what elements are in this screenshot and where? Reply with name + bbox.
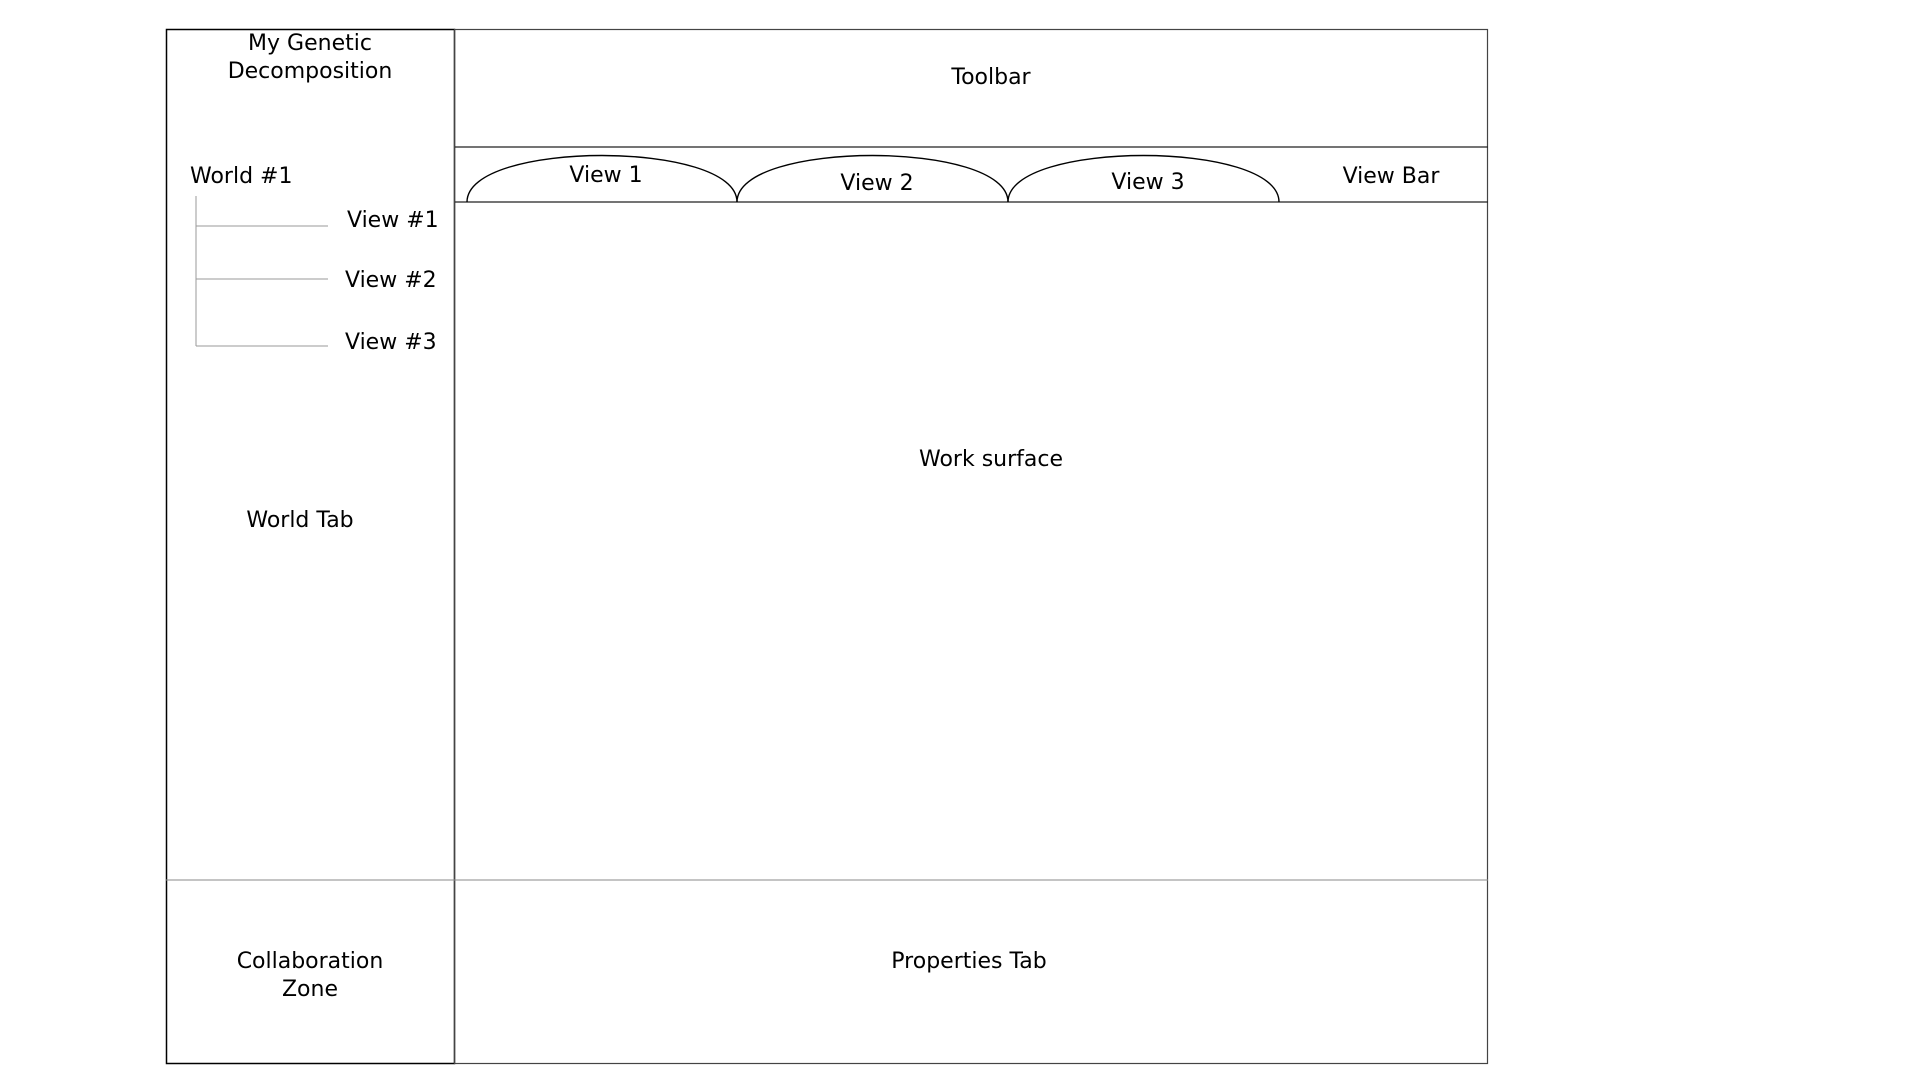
collaboration-zone: Collaboration Zone — [200, 948, 420, 1004]
view-tab-1-label[interactable]: View 1 — [569, 162, 642, 190]
work-surface-label: Work surface — [918, 447, 1064, 472]
toolbar-label: Toolbar — [951, 65, 1031, 90]
sidebar-title-line2: Decomposition — [227, 59, 393, 84]
tree-item-view-2[interactable]: View #2 — [345, 267, 437, 295]
collab-line1: Collaboration — [236, 949, 384, 974]
view-tab-3-label[interactable]: View 3 — [1111, 169, 1184, 197]
properties-tab-label[interactable]: Properties Tab — [891, 948, 1046, 976]
tree-item-view-3[interactable]: View #3 — [345, 329, 437, 357]
world-tab-label[interactable]: World Tab — [246, 507, 353, 535]
collab-line2: Zone — [281, 977, 338, 1002]
sidebar-title: My Genetic Decomposition — [200, 30, 420, 86]
view-tab-2-label[interactable]: View 2 — [840, 170, 913, 198]
tree-item-view-1[interactable]: View #1 — [347, 207, 439, 235]
sidebar-title-line1: My Genetic — [248, 31, 372, 56]
view-bar-label: View Bar — [1342, 164, 1440, 189]
tree-item-world[interactable]: World #1 — [190, 163, 292, 191]
wireframe-layout — [165, 28, 1489, 1065]
